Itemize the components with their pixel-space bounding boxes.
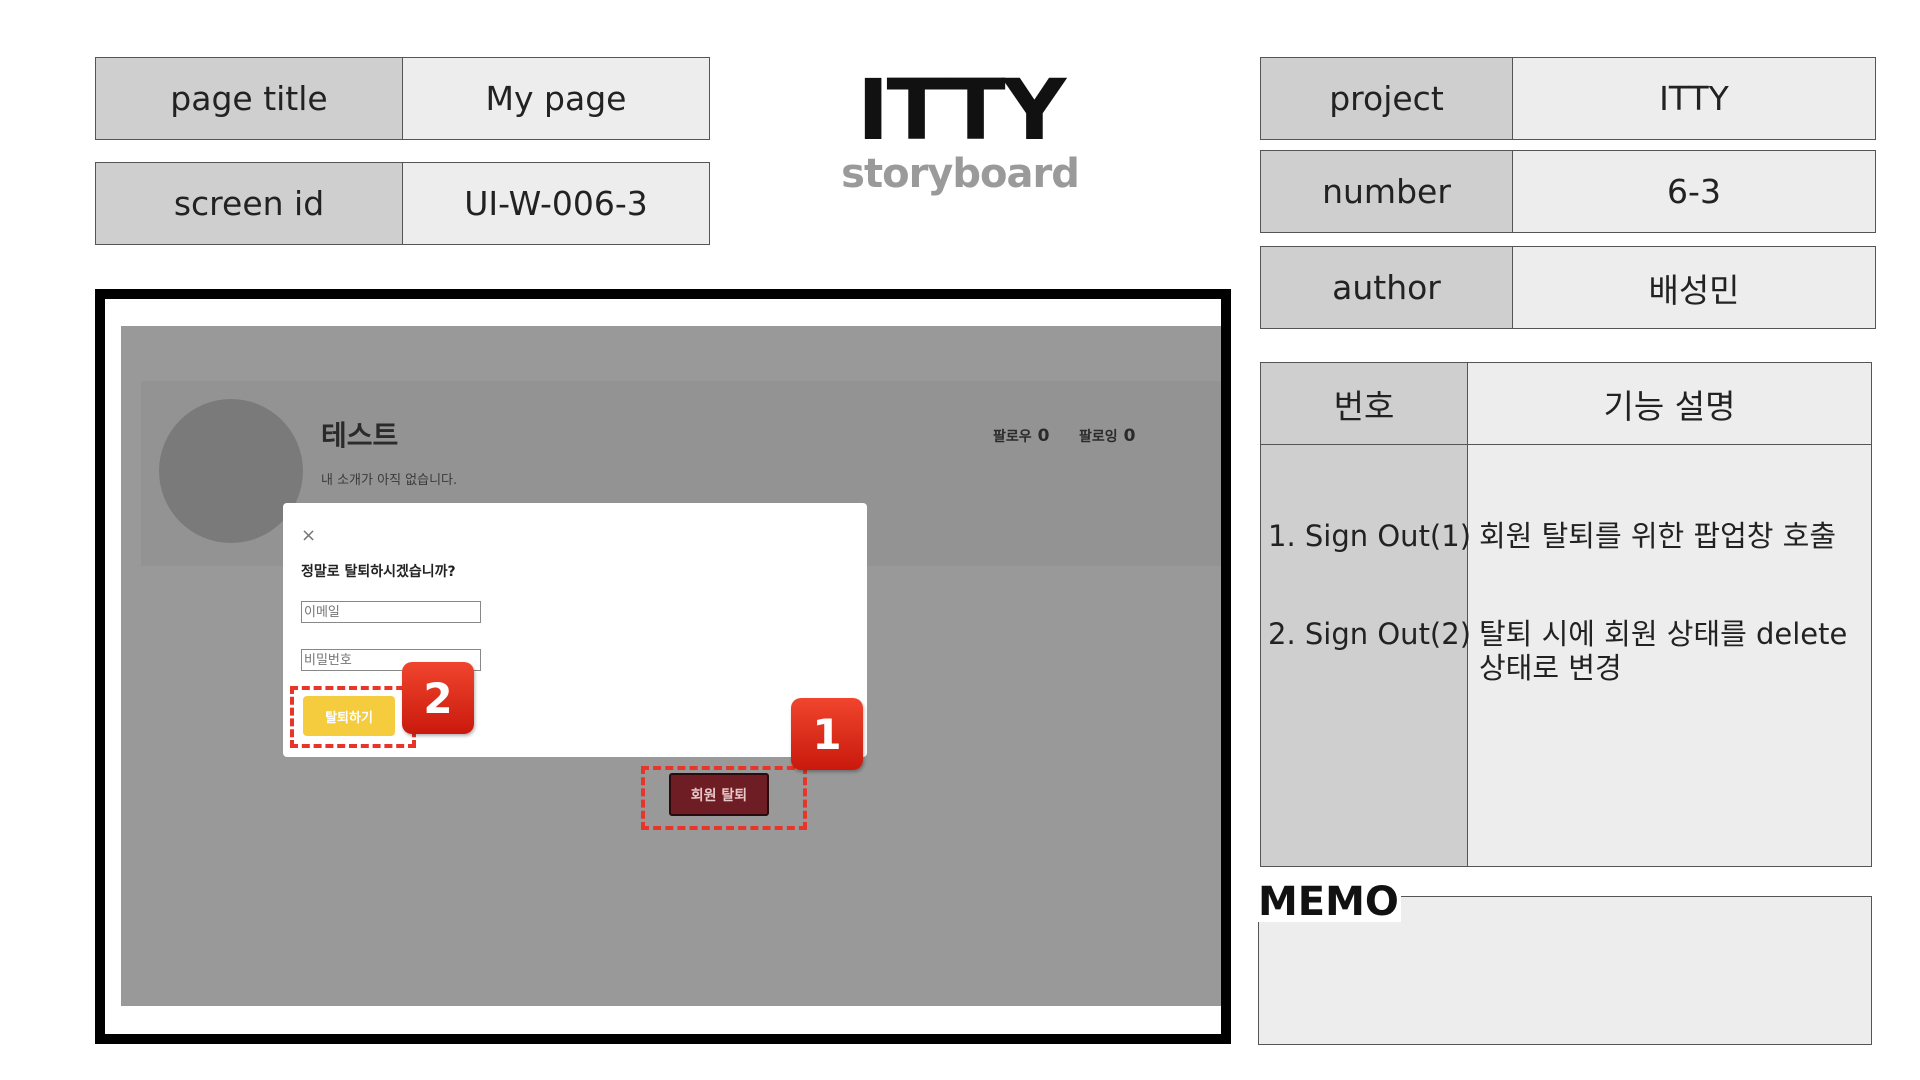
screen-preview: 테스트 내 소개가 아직 없습니다. 팔로우 0 팔로잉 0 × 정말로 탈퇴하시겠…: [121, 326, 1221, 1006]
project-value: ITTY: [1512, 57, 1876, 140]
table-number-column: [1260, 444, 1468, 867]
table-header-number: 번호: [1260, 362, 1468, 445]
close-icon[interactable]: ×: [301, 527, 316, 545]
follower-label: 팔로우: [993, 429, 1032, 445]
email-field[interactable]: [301, 601, 481, 623]
profile-bio: 내 소개가 아직 없습니다.: [321, 473, 458, 488]
function-row-1-number: 1. Sign Out(1): [1268, 519, 1472, 553]
modal-question: 정말로 탈퇴하시겠습니까?: [301, 564, 456, 580]
number-label: number: [1260, 150, 1513, 233]
annotation-badge-1: 1: [791, 698, 863, 770]
function-row-2-description-line2: 상태로 변경: [1479, 651, 1622, 685]
screen-id-value: UI-W-006-3: [402, 162, 710, 245]
storyboard-subtitle: storyboard: [841, 151, 1080, 197]
memo-title: MEMO: [1258, 879, 1401, 925]
follower-count[interactable]: 팔로우 0: [993, 426, 1049, 446]
function-row-1-description: 회원 탈퇴를 위한 팝업창 호출: [1479, 519, 1837, 553]
function-row-2-number: 2. Sign Out(2): [1268, 617, 1472, 651]
following-number: 0: [1123, 426, 1136, 446]
profile-username: 테스트: [321, 419, 399, 452]
page-title-value: My page: [402, 57, 710, 140]
avatar: [159, 399, 303, 543]
annotation-badge-2: 2: [402, 662, 474, 734]
author-label: author: [1260, 246, 1513, 329]
highlight-withdraw-button: [641, 766, 807, 830]
table-header-description: 기능 설명: [1467, 362, 1872, 445]
highlight-withdraw-confirm: [290, 686, 416, 748]
following-count[interactable]: 팔로잉 0: [1079, 426, 1135, 446]
function-row-2-description-line1: 탈퇴 시에 회원 상태를 delete: [1479, 617, 1848, 651]
project-label: project: [1260, 57, 1513, 140]
author-value: 배성민: [1512, 246, 1876, 329]
number-value: 6-3: [1512, 150, 1876, 233]
following-label: 팔로잉: [1079, 429, 1118, 445]
itty-logo: ITTY: [856, 61, 1067, 159]
page-title-label: page title: [95, 57, 403, 140]
screen-id-label: screen id: [95, 162, 403, 245]
follower-number: 0: [1037, 426, 1050, 446]
